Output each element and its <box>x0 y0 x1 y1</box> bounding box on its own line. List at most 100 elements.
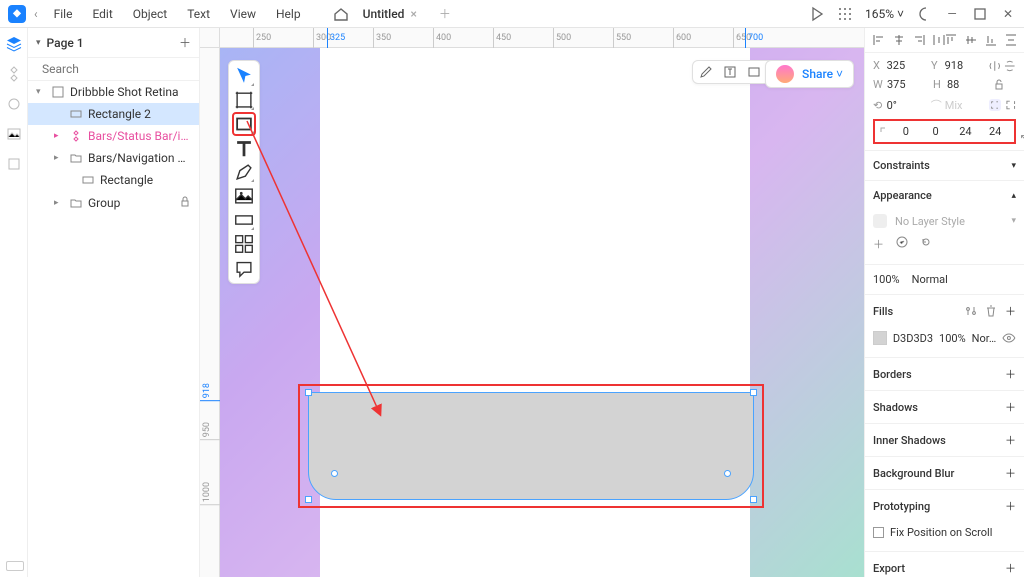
background-blur-header[interactable]: Background Blur ＋ <box>865 457 1024 489</box>
distribute-v-icon[interactable] <box>1005 34 1017 46</box>
align-left-icon[interactable] <box>873 34 885 46</box>
selected-object[interactable] <box>308 392 754 500</box>
corner-tl[interactable]: 0 <box>891 125 921 138</box>
align-hcenter-icon[interactable] <box>893 34 905 46</box>
rotation-value[interactable]: 0° <box>887 99 927 112</box>
image-icon[interactable] <box>747 65 761 79</box>
radius-mixed[interactable]: Mix <box>945 99 985 112</box>
layer-artboard[interactable]: ▾ Dribbble Shot Retina <box>28 81 199 103</box>
add-border-icon[interactable]: ＋ <box>1005 366 1016 382</box>
checkbox-icon[interactable] <box>873 527 884 538</box>
menu-file[interactable]: File <box>46 3 81 25</box>
zoom-level[interactable]: 165% ˅ <box>865 7 904 21</box>
corner-bl[interactable]: 24 <box>980 125 1010 138</box>
rail-layers-icon[interactable] <box>6 36 22 52</box>
fill-hex[interactable]: D3D3D3 <box>893 332 933 345</box>
grid-icon[interactable] <box>837 6 853 22</box>
rail-image-icon[interactable] <box>6 126 22 142</box>
layer-rectangle-2[interactable]: Rectangle 2 <box>28 103 199 125</box>
document-tab[interactable]: Untitled × <box>353 7 427 21</box>
distribute-h-icon[interactable] <box>933 34 945 46</box>
x-value[interactable]: 325 <box>887 59 927 72</box>
tool-frame[interactable] <box>233 89 255 111</box>
inner-shadows-header[interactable]: Inner Shadows ＋ <box>865 424 1024 456</box>
layer-rectangle[interactable]: Rectangle <box>28 169 199 191</box>
layer-navbar[interactable]: ▸ Bars/Navigation Bar/iPhone - … <box>28 147 199 169</box>
search-input[interactable] <box>42 62 198 76</box>
h-value[interactable]: 88 <box>947 78 989 91</box>
corner-tr[interactable]: 0 <box>921 125 951 138</box>
add-style-icon[interactable]: ＋ <box>873 236 884 252</box>
tool-slice[interactable] <box>233 209 255 231</box>
layer-style-picker[interactable]: No Layer Style ▾ <box>873 210 1016 232</box>
panel-toggle-icon[interactable] <box>6 561 24 571</box>
add-interaction-icon[interactable]: ＋ <box>1005 498 1016 514</box>
page-selector[interactable]: ▾ Page 1 ＋ <box>28 28 199 58</box>
export-header[interactable]: Export ＋ <box>865 552 1024 577</box>
fill-swatch[interactable] <box>873 331 887 345</box>
appearance-header[interactable]: Appearance ▴ <box>865 181 1024 210</box>
resize-handle-se[interactable] <box>750 496 757 503</box>
close-tab-icon[interactable]: × <box>410 7 416 21</box>
blend-mode[interactable]: Normal <box>912 273 948 286</box>
lock-icon[interactable] <box>179 195 191 210</box>
play-icon[interactable] <box>809 6 825 22</box>
add-export-icon[interactable]: ＋ <box>1005 560 1016 576</box>
constraints-header[interactable]: Constraints ▾ <box>865 151 1024 180</box>
corner-radius-handle-se[interactable] <box>724 470 731 477</box>
opacity-value[interactable]: 100% <box>873 273 900 286</box>
visibility-icon[interactable] <box>1002 331 1016 345</box>
fills-header[interactable]: Fills ＋ <box>865 295 1024 327</box>
align-bottom-icon[interactable] <box>985 34 997 46</box>
twisty-icon[interactable]: ▾ <box>36 87 46 97</box>
check-icon[interactable] <box>896 236 908 248</box>
add-page-icon[interactable]: ＋ <box>179 34 191 51</box>
borders-header[interactable]: Borders ＋ <box>865 358 1024 390</box>
menu-text[interactable]: Text <box>179 3 218 25</box>
theme-icon[interactable] <box>916 6 932 22</box>
fills-settings-icon[interactable] <box>965 305 977 317</box>
tool-text[interactable] <box>233 137 255 159</box>
window-close-icon[interactable]: ✕ <box>1000 6 1016 22</box>
align-top-icon[interactable] <box>945 34 957 46</box>
menu-object[interactable]: Object <box>125 3 175 25</box>
canvas-viewport[interactable]: 250 300 325 350 400 450 500 550 600 650 … <box>200 28 864 577</box>
fix-on-scroll-row[interactable]: Fix Position on Scroll <box>873 522 1016 543</box>
window-minimize-icon[interactable]: — <box>944 6 960 22</box>
layer-status-bar[interactable]: ▸ Bars/Status Bar/iPhone/Light <box>28 125 199 147</box>
layer-group[interactable]: ▸ Group <box>28 191 199 214</box>
share-button[interactable]: Share ˅ <box>765 60 854 88</box>
edit-icon[interactable] <box>699 65 713 79</box>
canvas[interactable]: Share ˅ <box>220 48 864 577</box>
w-value[interactable]: 375 <box>887 78 929 91</box>
history-back-icon[interactable]: ‹ <box>30 7 42 21</box>
app-logo-icon[interactable]: ◆ <box>8 5 26 23</box>
add-fill-icon[interactable]: ＋ <box>1005 303 1016 319</box>
corner-br[interactable]: 24 <box>951 125 981 138</box>
lock-aspect-icon[interactable] <box>993 79 1005 91</box>
menu-view[interactable]: View <box>222 3 264 25</box>
text-frame-icon[interactable] <box>723 65 737 79</box>
window-maximize-icon[interactable] <box>972 6 988 22</box>
independent-corners-icon[interactable] <box>989 99 1001 111</box>
prototyping-header[interactable]: Prototyping ＋ <box>865 490 1024 522</box>
shadows-header[interactable]: Shadows ＋ <box>865 391 1024 423</box>
y-value[interactable]: 918 <box>945 59 985 72</box>
tool-rectangle[interactable] <box>233 113 255 135</box>
fill-row[interactable]: D3D3D3 100% Nor… <box>873 327 1016 349</box>
tool-components[interactable] <box>233 233 255 255</box>
layer-search[interactable]: ▾ <box>28 58 199 81</box>
home-icon[interactable] <box>333 6 349 22</box>
reset-icon[interactable] <box>920 236 932 248</box>
fill-opacity[interactable]: 100% <box>939 332 966 345</box>
delete-fill-icon[interactable] <box>985 305 997 317</box>
resize-handle-sw[interactable] <box>305 496 312 503</box>
tool-pen[interactable] <box>233 161 255 183</box>
full-corners-icon[interactable] <box>1005 99 1016 111</box>
resize-handle-nw[interactable] <box>305 389 312 396</box>
add-inner-shadow-icon[interactable]: ＋ <box>1005 432 1016 448</box>
add-blur-icon[interactable]: ＋ <box>1005 465 1016 481</box>
menu-help[interactable]: Help <box>268 3 309 25</box>
add-tab-button[interactable]: ＋ <box>431 5 459 22</box>
tool-comment[interactable] <box>233 257 255 279</box>
